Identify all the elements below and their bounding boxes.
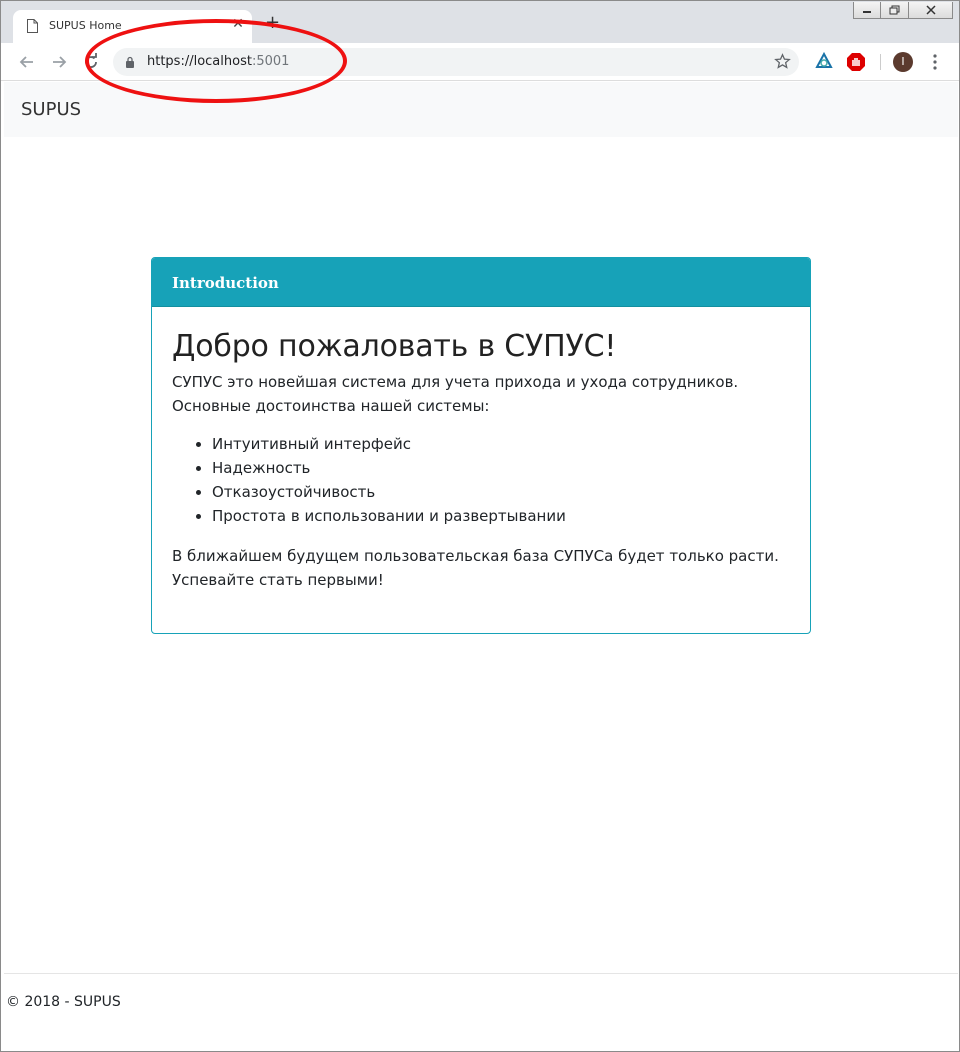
tab-title: SUPUS Home: [49, 19, 122, 32]
extension-icon[interactable]: [814, 52, 834, 72]
intro-card: Introduction Добро пожаловать в СУПУС! С…: [151, 257, 811, 634]
profile-avatar[interactable]: I: [893, 52, 913, 72]
card-body: Добро пожаловать в СУПУС! СУПУС это нове…: [152, 307, 810, 592]
brand-link[interactable]: SUPUS: [21, 99, 81, 120]
minimize-icon: [863, 11, 871, 13]
welcome-heading: Добро пожаловать в СУПУС!: [172, 329, 617, 364]
toolbar-separator: [880, 54, 881, 70]
minimize-button[interactable]: [853, 2, 881, 19]
footer-divider: [4, 973, 958, 974]
list-item: Надежность: [212, 456, 790, 480]
list-item: Отказоустойчивость: [212, 480, 790, 504]
forward-icon[interactable]: [49, 52, 69, 72]
intro-paragraph: СУПУС это новейшая система для учета при…: [172, 373, 739, 415]
browser-window: SUPUS Home ✕ + https://localhost:5001 I …: [0, 0, 960, 1052]
adblock-icon[interactable]: [846, 52, 866, 72]
back-icon[interactable]: [17, 52, 37, 72]
card-header: Introduction: [152, 258, 810, 307]
restore-icon: [889, 5, 899, 15]
document-icon: [27, 19, 38, 33]
features-list: Интуитивный интерфейс Надежность Отказоу…: [212, 432, 790, 528]
bookmark-star-icon[interactable]: [774, 53, 791, 70]
menu-kebab-icon[interactable]: [927, 52, 943, 72]
restore-button[interactable]: [881, 2, 909, 19]
list-item: Простота в использовании и развертывании: [212, 504, 790, 528]
list-item: Интуитивный интерфейс: [212, 432, 790, 456]
closing-paragraph: В ближайшем будущем пользовательская баз…: [172, 547, 779, 589]
annotation-ellipse: [85, 19, 347, 103]
footer-text: © 2018 - SUPUS: [6, 994, 121, 1010]
window-controls: [853, 2, 953, 20]
close-window-icon: [925, 5, 936, 15]
close-window-button[interactable]: [909, 2, 953, 19]
card-header-title: Introduction: [172, 274, 279, 292]
